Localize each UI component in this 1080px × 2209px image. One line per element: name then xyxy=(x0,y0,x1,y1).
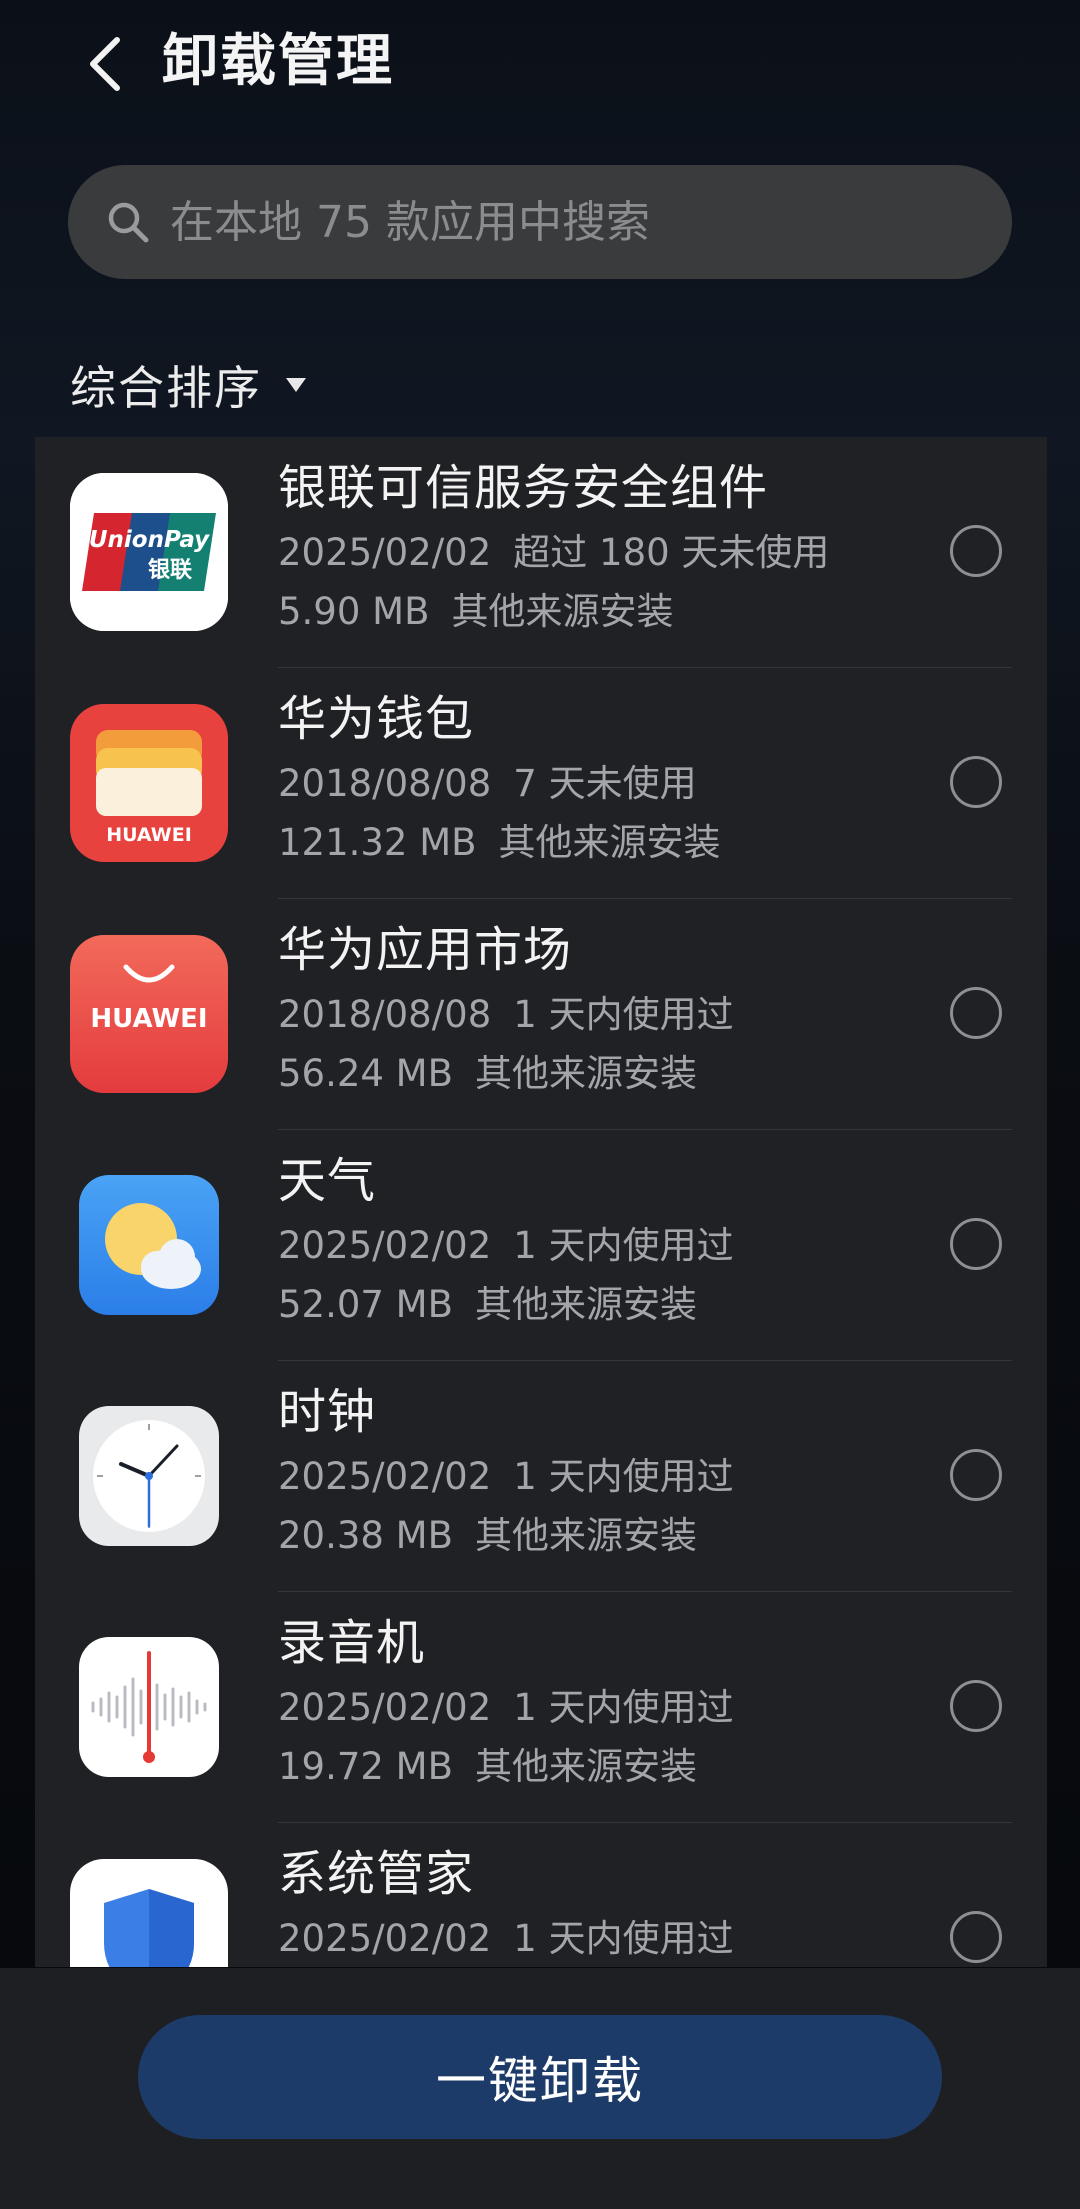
select-radio[interactable] xyxy=(950,1911,1002,1963)
list-item[interactable]: UnionPay 银联 银联可信服务安全组件 2025/02/02 超过 180 … xyxy=(35,437,1047,668)
install-source: 其他来源安装 xyxy=(475,1514,697,1557)
caret-down-icon xyxy=(286,378,306,392)
install-source: 其他来源安装 xyxy=(475,1283,697,1326)
select-radio[interactable] xyxy=(950,1449,1002,1501)
install-date: 2025/02/02 xyxy=(278,1455,492,1498)
search-input[interactable] xyxy=(168,164,1012,280)
app-name: 天气 xyxy=(278,1153,377,1209)
install-source: 其他来源安装 xyxy=(475,1745,697,1788)
select-radio[interactable] xyxy=(950,756,1002,808)
list-item[interactable]: 天气 2025/02/02 1 天内使用过 52.07 MB 其他来源安装 xyxy=(35,1130,1047,1361)
usage-status: 1 天内使用过 xyxy=(513,1686,734,1729)
list-item[interactable]: 时钟 2025/02/02 1 天内使用过 20.38 MB 其他来源安装 xyxy=(35,1361,1047,1592)
back-button[interactable] xyxy=(70,24,140,104)
select-radio[interactable] xyxy=(950,525,1002,577)
search-bar[interactable] xyxy=(68,164,1012,280)
page-title: 卸载管理 xyxy=(162,29,394,94)
install-source: 其他来源安装 xyxy=(451,590,674,633)
list-item[interactable]: HUAWEI 华为应用市场 2018/08/08 1 天内使用过 56.24 MB… xyxy=(35,899,1047,1130)
install-date: 2025/02/02 xyxy=(278,1686,492,1729)
usage-status: 1 天内使用过 xyxy=(513,1224,734,1267)
usage-status: 7 天未使用 xyxy=(513,762,697,805)
svg-text:HUAWEI: HUAWEI xyxy=(106,824,192,846)
uninstall-manager-screen: 卸载管理 综合排序 UnionPay 银联 xyxy=(0,0,1080,2209)
install-date: 2025/02/02 xyxy=(278,1917,492,1960)
header: 卸载管理 xyxy=(0,0,1080,130)
install-source: 其他来源安装 xyxy=(475,1052,697,1095)
uninstall-all-button[interactable]: 一键卸载 xyxy=(138,2015,942,2139)
clock-icon xyxy=(79,1406,219,1546)
huawei-wallet-icon: HUAWEI xyxy=(70,704,228,862)
svg-text:UnionPay: UnionPay xyxy=(89,527,210,553)
usage-status: 1 天内使用过 xyxy=(513,993,734,1036)
usage-status: 1 天内使用过 xyxy=(513,1917,734,1960)
recorder-icon xyxy=(79,1637,219,1777)
app-name: 时钟 xyxy=(278,1384,377,1440)
app-name: 华为钱包 xyxy=(278,691,475,747)
usage-status: 1 天内使用过 xyxy=(513,1455,734,1498)
app-name: 华为应用市场 xyxy=(278,922,573,978)
system-manager-icon xyxy=(70,1859,228,1967)
app-size: 52.07 MB xyxy=(278,1283,453,1326)
sort-dropdown[interactable]: 综合排序 xyxy=(70,350,308,420)
install-date: 2018/08/08 xyxy=(278,993,492,1036)
usage-status: 超过 180 天未使用 xyxy=(513,531,830,574)
app-name: 录音机 xyxy=(278,1615,426,1671)
select-radio[interactable] xyxy=(950,1218,1002,1270)
unionpay-icon: UnionPay 银联 xyxy=(70,473,228,631)
app-size: 19.72 MB xyxy=(278,1745,453,1788)
svg-text:HUAWEI: HUAWEI xyxy=(90,1004,207,1034)
sort-label: 综合排序 xyxy=(70,361,262,415)
app-list[interactable]: UnionPay 银联 银联可信服务安全组件 2025/02/02 超过 180 … xyxy=(35,437,1047,1967)
app-size: 56.24 MB xyxy=(278,1052,453,1095)
install-source: 其他来源安装 xyxy=(498,821,721,864)
install-date: 2025/02/02 xyxy=(278,531,492,574)
list-item[interactable]: 系统管家 2025/02/02 1 天内使用过 xyxy=(35,1823,1047,1967)
huawei-appgallery-icon: HUAWEI xyxy=(70,935,228,1093)
list-item[interactable]: 录音机 2025/02/02 1 天内使用过 19.72 MB 其他来源安装 xyxy=(35,1592,1047,1823)
app-size: 5.90 MB xyxy=(278,590,430,633)
list-item[interactable]: HUAWEI 华为钱包 2018/08/08 7 天未使用 121.32 MB 其他… xyxy=(35,668,1047,899)
install-date: 2018/08/08 xyxy=(278,762,492,805)
app-name: 银联可信服务安全组件 xyxy=(278,460,769,516)
back-arrow-icon xyxy=(90,37,120,91)
app-size: 121.32 MB xyxy=(278,821,477,864)
svg-text:银联: 银联 xyxy=(148,558,192,583)
app-name: 系统管家 xyxy=(278,1846,475,1902)
install-date: 2025/02/02 xyxy=(278,1224,492,1267)
weather-icon xyxy=(79,1175,219,1315)
select-radio[interactable] xyxy=(950,1680,1002,1732)
search-icon xyxy=(108,202,149,243)
app-size: 20.38 MB xyxy=(278,1514,453,1557)
select-radio[interactable] xyxy=(950,987,1002,1039)
